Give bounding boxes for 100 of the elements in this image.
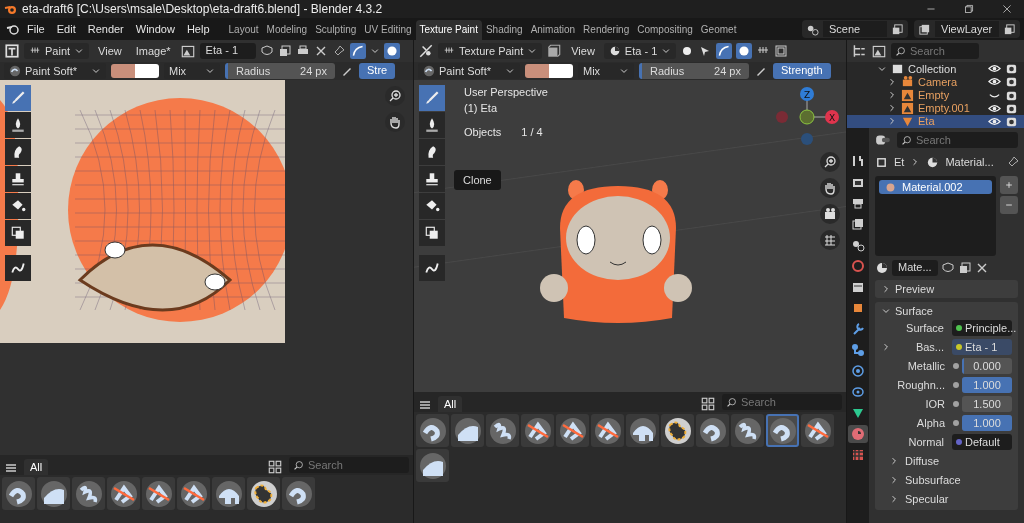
outliner-row[interactable]: Camera [847, 75, 1024, 89]
scene-field[interactable]: Scene [823, 21, 887, 37]
all-tab[interactable]: All [438, 396, 463, 412]
linked-input-field[interactable]: Default [952, 434, 1012, 450]
color-swatches[interactable] [525, 64, 573, 78]
workspace-tab[interactable]: Layout [224, 20, 263, 40]
workspace-tab[interactable]: Rendering [579, 20, 634, 40]
menu-icon[interactable] [418, 398, 432, 412]
draw-tool[interactable] [5, 85, 31, 111]
expand-chevron-icon[interactable] [887, 103, 897, 114]
outliner-row[interactable]: Collection [847, 62, 1024, 76]
menu-item[interactable]: Render [82, 21, 129, 37]
header-menu[interactable]: View [93, 44, 127, 58]
brush-thumbnail[interactable] [556, 414, 589, 447]
socket-dot[interactable] [956, 325, 962, 331]
value-slider[interactable]: 1.000 [962, 377, 1012, 393]
menu-icon[interactable] [4, 461, 18, 475]
duplicate-icon[interactable] [957, 261, 972, 275]
render-camera-icon[interactable] [1005, 75, 1018, 89]
image-browse-icon[interactable] [179, 43, 196, 59]
hand-icon[interactable] [820, 178, 840, 198]
brush-thumbnail[interactable] [626, 414, 659, 447]
brush-thumbnail[interactable] [416, 449, 449, 482]
socket-dot[interactable] [953, 382, 959, 388]
header-menu[interactable]: View [566, 44, 600, 58]
material-slot[interactable]: Material.002 [879, 180, 992, 194]
workspace-tab[interactable]: Texture Paint [415, 20, 482, 40]
chevron-icon[interactable] [369, 46, 380, 56]
clone-tool[interactable] [5, 166, 31, 192]
color-swatches[interactable] [111, 64, 159, 78]
duplicate-icon[interactable] [277, 44, 292, 58]
fake-user-icon[interactable] [259, 44, 274, 58]
annotate-tool[interactable] [5, 255, 31, 281]
axis-gizmo[interactable]: Z X [772, 84, 842, 150]
workspace-tab[interactable]: Modeling [262, 20, 312, 40]
cube-icon[interactable] [546, 43, 563, 59]
grid-view-icon[interactable] [700, 396, 716, 412]
brush-thumbnail[interactable] [521, 414, 554, 447]
uv-sync-icon[interactable] [716, 43, 733, 59]
mode-dropdown[interactable]: Paint [24, 43, 90, 59]
menu-item[interactable]: File [22, 21, 50, 37]
all-tab[interactable]: All [24, 459, 49, 475]
view-layer-field[interactable]: ViewLayer [935, 21, 999, 37]
socket-dot[interactable] [956, 439, 962, 445]
image-editor-icon[interactable] [4, 43, 20, 59]
brush-thumbnail[interactable] [142, 477, 175, 510]
expand-chevron-icon[interactable] [881, 306, 891, 316]
subpanel-header[interactable]: Specular [881, 491, 1012, 507]
soften-tool[interactable] [5, 112, 31, 138]
socket-dot[interactable] [953, 363, 959, 369]
brush-dropdown[interactable]: Paint Soft* [418, 63, 520, 79]
brush-dropdown[interactable]: Paint Soft* [4, 63, 106, 79]
uv-sync-icon[interactable] [349, 43, 366, 59]
strength-field[interactable]: Stre [359, 63, 396, 79]
brush-thumbnail[interactable] [177, 477, 210, 510]
viewport-icon[interactable] [418, 43, 434, 59]
zoom-icon[interactable] [820, 152, 840, 172]
clone-tool[interactable] [419, 166, 445, 192]
workspace-tab[interactable]: Geomet [696, 20, 741, 40]
header-menu[interactable]: Image* [130, 44, 176, 58]
smear-tool[interactable] [419, 139, 445, 165]
duplicate-icon[interactable] [891, 22, 904, 36]
subpanel-header[interactable]: Diffuse [881, 453, 1012, 469]
filter-icon[interactable] [871, 43, 887, 59]
view-layer-icon[interactable] [918, 22, 931, 36]
add-slot-button[interactable] [1000, 176, 1018, 194]
brush-thumbnail[interactable] [247, 477, 280, 510]
fill-tool[interactable] [5, 193, 31, 219]
search-field[interactable]: Search [897, 132, 1018, 148]
brush-thumbnail[interactable] [2, 477, 35, 510]
blend-dropdown[interactable]: Mix [164, 63, 220, 79]
grid-view-icon[interactable] [267, 459, 283, 475]
overlay-icon[interactable] [736, 43, 753, 59]
brush-thumbnail[interactable] [661, 414, 694, 447]
brush-thumbnail[interactable] [591, 414, 624, 447]
expand-chevron-icon[interactable] [881, 342, 891, 352]
brush-thumbnail[interactable] [37, 477, 70, 510]
zoom-icon[interactable] [385, 86, 405, 106]
brush-thumbnail[interactable] [282, 477, 315, 510]
workspace-tab[interactable]: Sculpting [311, 20, 361, 40]
number-field[interactable]: 1.500 [962, 396, 1012, 412]
brush-thumbnail[interactable] [107, 477, 140, 510]
smear-tool[interactable] [5, 139, 31, 165]
strength-field[interactable]: Strength [773, 63, 831, 79]
brush-thumbnail[interactable] [451, 414, 484, 447]
expand-chevron-icon[interactable] [887, 90, 897, 100]
camera-icon[interactable] [820, 204, 840, 224]
menu-item[interactable]: Help [181, 21, 215, 37]
search-field[interactable]: Search [289, 457, 409, 473]
duplicate-icon[interactable] [1003, 22, 1016, 36]
panel-header[interactable]: Surface [881, 305, 1012, 317]
outliner-row[interactable]: Empty.001 [847, 101, 1024, 115]
workspace-tab[interactable]: Animation [526, 20, 580, 40]
radius-field[interactable]: Radius 24 px [225, 63, 335, 79]
expand-chevron-icon[interactable] [887, 116, 897, 127]
display-mode-icon[interactable] [851, 43, 867, 59]
soften-tool[interactable] [419, 112, 445, 138]
brush-thumbnail[interactable] [801, 414, 834, 447]
brush-thumbnail[interactable] [766, 414, 799, 447]
brush-thumbnail[interactable] [486, 414, 519, 447]
